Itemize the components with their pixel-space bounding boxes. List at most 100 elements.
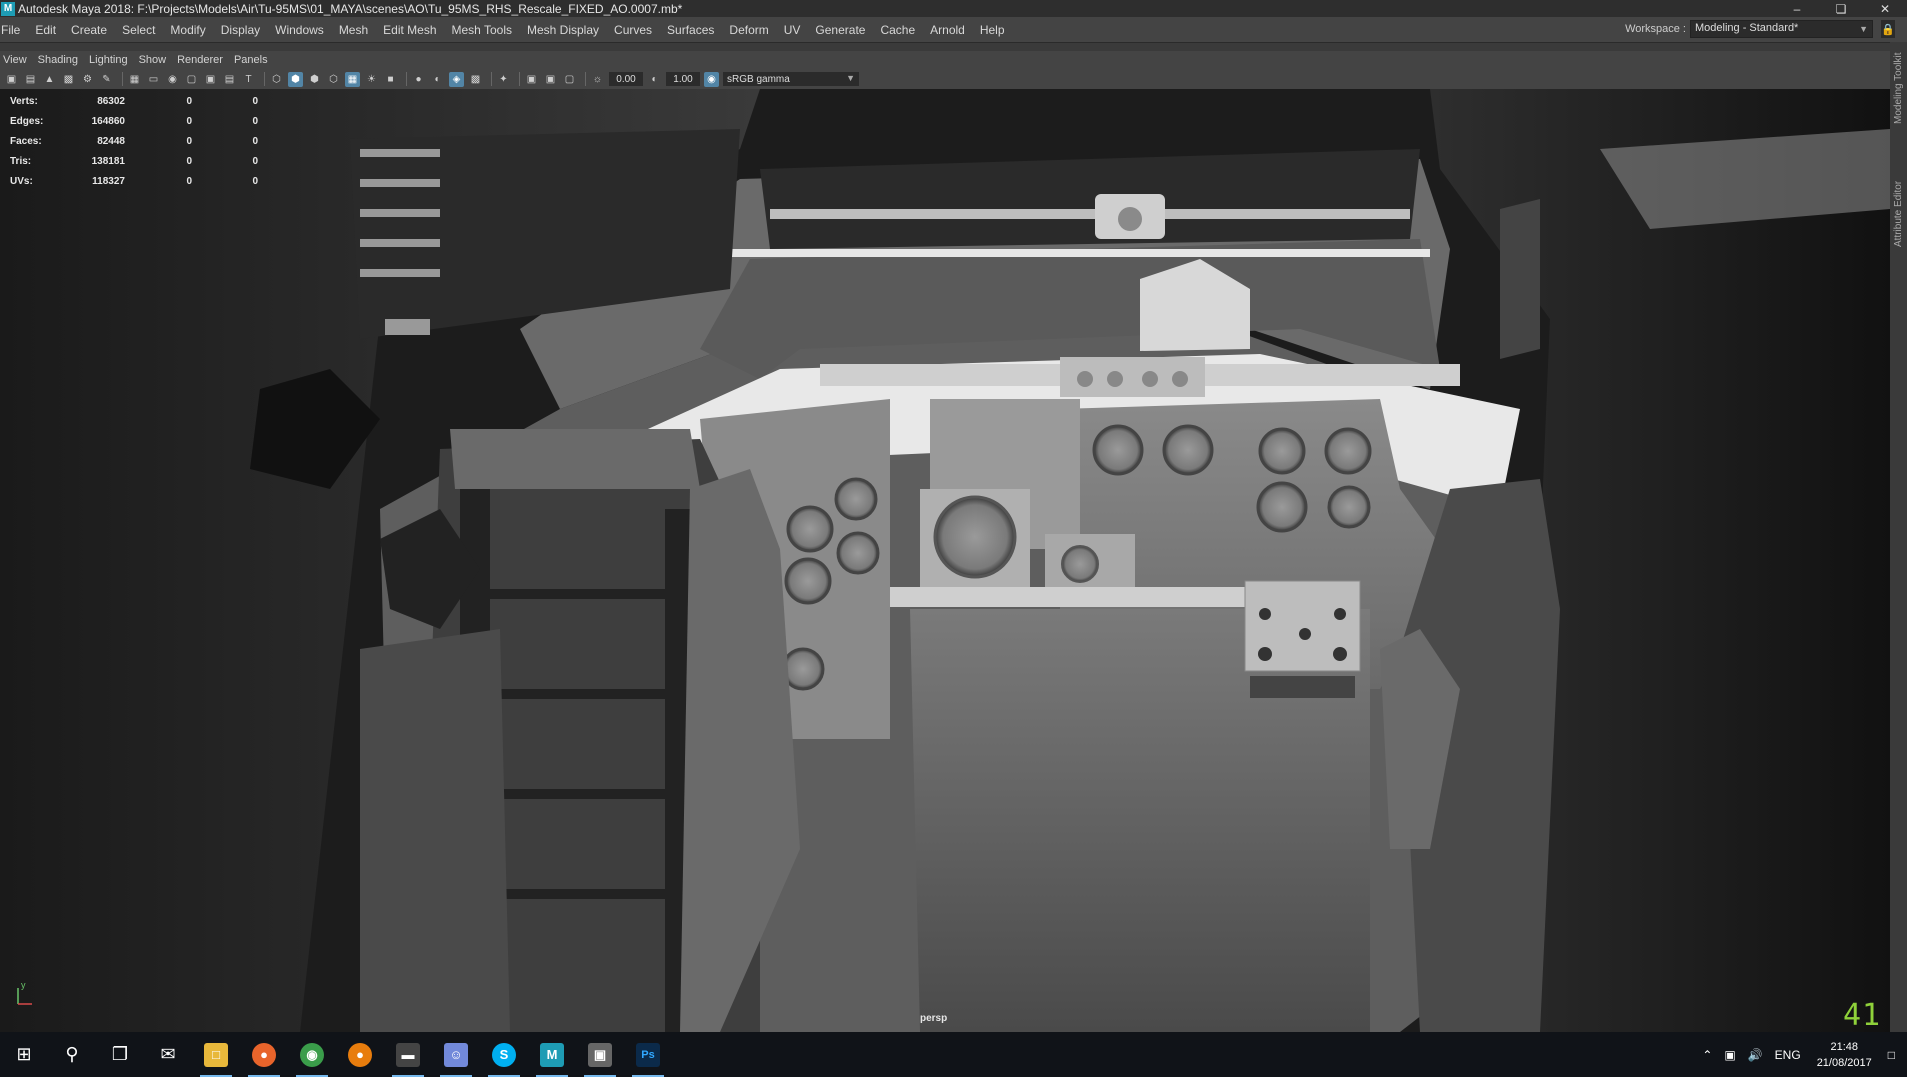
- xray-components-icon[interactable]: ▢: [562, 72, 577, 87]
- notepad-icon[interactable]: ▬: [384, 1032, 432, 1077]
- use-all-lights-icon[interactable]: ☀: [364, 72, 379, 87]
- hud-label: Verts:: [10, 95, 38, 107]
- notifications-icon[interactable]: □: [1882, 1048, 1907, 1062]
- gate-mask-icon[interactable]: ▢: [184, 72, 199, 87]
- menu-arnold[interactable]: Arnold: [922, 23, 972, 37]
- panel-menu-show[interactable]: Show: [135, 54, 174, 66]
- panel-menu-renderer[interactable]: Renderer: [173, 54, 230, 66]
- search-icon[interactable]: ⚲: [48, 1032, 96, 1077]
- bookmark-icon[interactable]: ▲: [42, 72, 57, 87]
- depth-of-field-icon[interactable]: ▩: [468, 72, 483, 87]
- chevron-down-icon: ▼: [1859, 24, 1868, 34]
- grid-icon[interactable]: ▦: [127, 72, 142, 87]
- window-title: Autodesk Maya 2018: F:\Projects\Models\A…: [18, 1, 683, 16]
- clock[interactable]: 21:48 21/08/2017: [1807, 1039, 1882, 1071]
- select-camera-icon[interactable]: ▣: [4, 72, 19, 87]
- menu-curves[interactable]: Curves: [606, 23, 659, 37]
- firefox-icon[interactable]: ●: [240, 1032, 288, 1077]
- panel-menu-view[interactable]: View: [0, 54, 34, 66]
- film-gate-icon[interactable]: ▭: [146, 72, 161, 87]
- resolution-gate-icon[interactable]: ◉: [165, 72, 180, 87]
- view-axis-icon: y: [10, 980, 40, 1010]
- image-viewer-icon[interactable]: ▣: [576, 1032, 624, 1077]
- exposure-field[interactable]: 0.00: [609, 72, 643, 86]
- view-transform-dropdown[interactable]: sRGB gamma ▼: [723, 72, 859, 86]
- motion-blur-icon[interactable]: ◐: [430, 72, 445, 87]
- perspective-viewport[interactable]: [0, 89, 1890, 1032]
- color-management-icon[interactable]: ◉: [704, 71, 719, 87]
- view-transform-value: sRGB gamma: [727, 73, 790, 85]
- gamma-icon[interactable]: ◐: [647, 72, 662, 87]
- volume-icon[interactable]: 🔊: [1742, 1048, 1769, 1062]
- exposure-icon[interactable]: ☼: [590, 72, 605, 87]
- panel-menu-panels[interactable]: Panels: [230, 54, 275, 66]
- maya-taskbar-icon[interactable]: M: [528, 1032, 576, 1077]
- menu-help[interactable]: Help: [972, 23, 1012, 37]
- menu-cache[interactable]: Cache: [872, 23, 922, 37]
- ambient-occlusion-icon[interactable]: ●: [411, 72, 426, 87]
- task-view-icon[interactable]: ❐: [96, 1032, 144, 1077]
- menu-uv[interactable]: UV: [776, 23, 808, 37]
- hud-row-uvs: UVs: 118327 0 0: [10, 171, 258, 191]
- menu-surfaces[interactable]: Surfaces: [659, 23, 721, 37]
- tab-attribute-editor[interactable]: Attribute Editor: [1893, 181, 1904, 247]
- menu-generate[interactable]: Generate: [807, 23, 872, 37]
- toolbar-divider: [264, 72, 265, 86]
- panel-menu-shading[interactable]: Shading: [34, 54, 85, 66]
- skype-icon[interactable]: S: [480, 1032, 528, 1077]
- menu-mesh-display[interactable]: Mesh Display: [519, 23, 606, 37]
- textured-icon[interactable]: ▦: [345, 71, 360, 87]
- smooth-shade-icon[interactable]: ⬢: [288, 71, 303, 87]
- menu-create[interactable]: Create: [63, 23, 114, 37]
- menu-edit-mesh[interactable]: Edit Mesh: [375, 23, 443, 37]
- default-material-icon[interactable]: ⬢: [307, 72, 322, 87]
- close-icon[interactable]: ✕: [1863, 0, 1907, 17]
- menu-mesh-tools[interactable]: Mesh Tools: [444, 23, 519, 37]
- toolbar-divider: [585, 72, 586, 86]
- discord-icon[interactable]: ☺: [432, 1032, 480, 1077]
- xray-icon[interactable]: ▣: [524, 72, 539, 87]
- wireframe-icon[interactable]: ⬡: [269, 72, 284, 87]
- chevron-up-icon[interactable]: ⌃: [1696, 1048, 1718, 1062]
- tab-modeling-toolkit[interactable]: Modeling Toolkit: [1893, 52, 1904, 124]
- menu-file[interactable]: File: [0, 23, 27, 37]
- photoshop-icon[interactable]: Ps: [624, 1032, 672, 1077]
- workspace-dropdown[interactable]: Modeling - Standard* ▼: [1690, 20, 1873, 38]
- two-d-pan-icon[interactable]: ⚙: [80, 72, 95, 87]
- wireframe-on-shaded-icon[interactable]: ⬡: [326, 72, 341, 87]
- safe-action-icon[interactable]: ▤: [222, 72, 237, 87]
- panel-menu-lighting[interactable]: Lighting: [85, 54, 135, 66]
- network-icon[interactable]: ▣: [1718, 1048, 1741, 1062]
- chrome-icon[interactable]: ◉: [288, 1032, 336, 1077]
- language-indicator[interactable]: ENG: [1769, 1048, 1807, 1062]
- poly-count-hud: Verts: 86302 0 0 Edges: 164860 0 0 Faces…: [10, 91, 258, 191]
- file-explorer-icon[interactable]: □: [192, 1032, 240, 1077]
- windows-taskbar: ⊞ ⚲ ❐ ✉ □ ● ◉ ● ▬ ☺ S M ▣ Ps ⌃ ▣ 🔊 ENG 2…: [0, 1032, 1907, 1077]
- xray-joints-icon[interactable]: ▣: [543, 72, 558, 87]
- shadows-icon[interactable]: ■: [383, 72, 398, 87]
- menu-edit[interactable]: Edit: [27, 23, 63, 37]
- restore-icon[interactable]: ❏: [1819, 0, 1863, 17]
- menu-windows[interactable]: Windows: [267, 23, 331, 37]
- isolate-select-icon[interactable]: ✦: [496, 72, 511, 87]
- menu-select[interactable]: Select: [114, 23, 162, 37]
- toolbar-divider: [122, 72, 123, 86]
- minimize-icon[interactable]: –: [1775, 0, 1819, 17]
- hud-value: 0: [252, 95, 258, 107]
- chevron-down-icon: ▼: [846, 73, 855, 83]
- anti-aliasing-icon[interactable]: ◈: [449, 71, 464, 87]
- windows-start-icon[interactable]: ⊞: [0, 1032, 48, 1077]
- menu-deform[interactable]: Deform: [721, 23, 775, 37]
- gamma-field[interactable]: 1.00: [666, 72, 700, 86]
- grease-pencil-icon[interactable]: ✎: [99, 72, 114, 87]
- blender-icon[interactable]: ●: [336, 1032, 384, 1077]
- menu-modify[interactable]: Modify: [162, 23, 212, 37]
- safe-title-icon[interactable]: T: [241, 72, 256, 87]
- menu-display[interactable]: Display: [213, 23, 267, 37]
- camera-attributes-icon[interactable]: ▤: [23, 72, 38, 87]
- menu-mesh[interactable]: Mesh: [331, 23, 375, 37]
- field-chart-icon[interactable]: ▣: [203, 72, 218, 87]
- mail-icon[interactable]: ✉: [144, 1032, 192, 1077]
- lock-icon[interactable]: 🔒: [1881, 20, 1895, 38]
- image-plane-icon[interactable]: ▩: [61, 72, 76, 87]
